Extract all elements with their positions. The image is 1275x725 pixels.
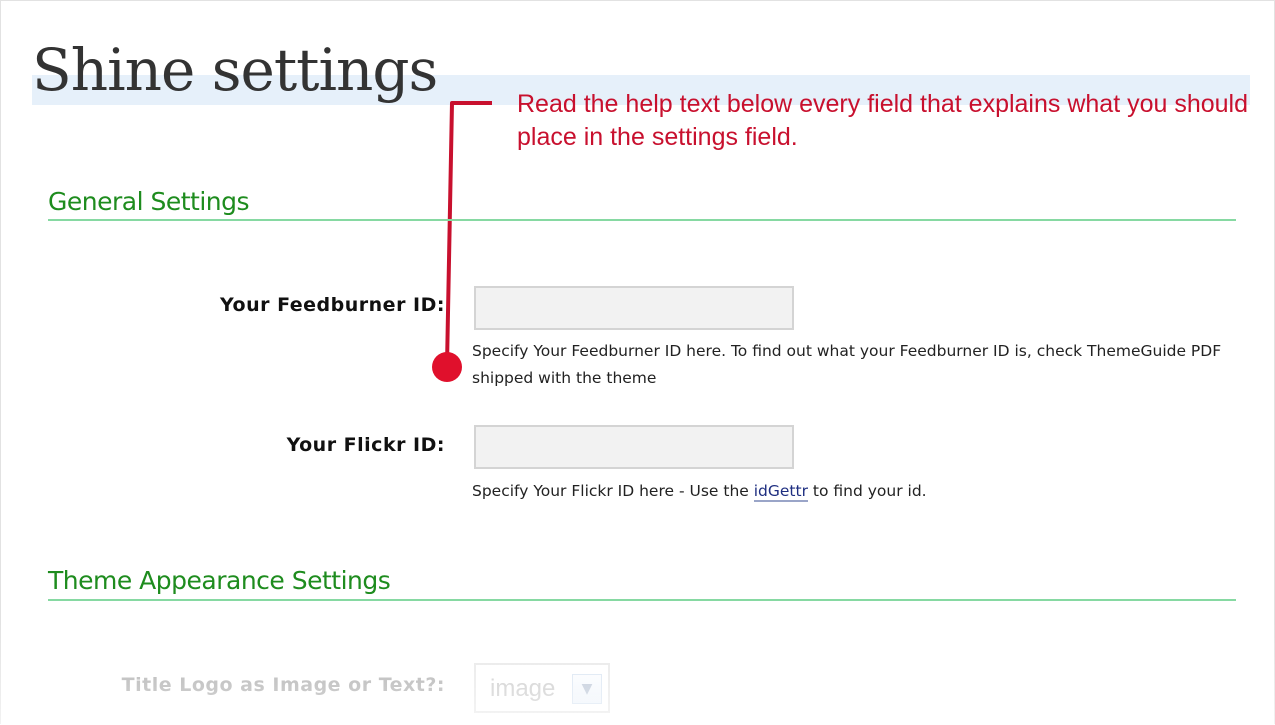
chevron-down-icon[interactable]: ▼	[572, 674, 602, 704]
faded-appearance-fields: Title Logo as Image or Text?: image ▼	[0, 0, 1275, 725]
title-logo-select[interactable]: image ▼	[474, 663, 610, 713]
title-logo-selected-value: image	[490, 675, 556, 702]
title-logo-label: Title Logo as Image or Text?:	[121, 674, 445, 696]
